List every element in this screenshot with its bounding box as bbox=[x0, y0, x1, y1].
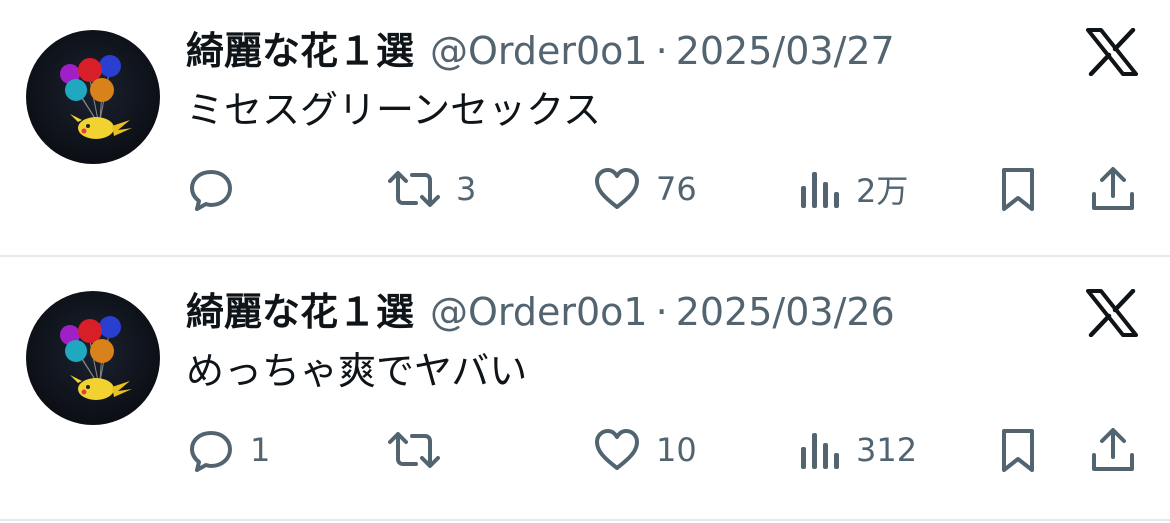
like-button[interactable]: 10 bbox=[592, 423, 697, 477]
bar-chart-icon bbox=[798, 164, 842, 214]
user-handle[interactable]: @Order0o1 bbox=[430, 287, 648, 337]
separator-dot: · bbox=[655, 290, 668, 334]
pikachu-balloons-icon bbox=[60, 55, 132, 139]
retweet-arrows-icon bbox=[386, 425, 442, 475]
bar-chart-icon bbox=[798, 425, 842, 475]
post-header: 綺麗な花１選 @Order0o1 · 2025/03/27 bbox=[186, 26, 895, 76]
pikachu-balloons-icon bbox=[60, 316, 132, 400]
action-bar: 1 10 312 bbox=[0, 423, 1170, 477]
avatar[interactable] bbox=[26, 291, 160, 425]
post[interactable]: 綺麗な花１選 @Order0o1 · 2025/03/26 めっちゃ爽でヤバい … bbox=[0, 259, 1170, 521]
views-count: 312 bbox=[856, 431, 918, 469]
retweet-count: 3 bbox=[456, 170, 477, 208]
views-button[interactable]: 2万 bbox=[798, 162, 908, 216]
speech-bubble-icon bbox=[186, 425, 236, 475]
heart-icon bbox=[592, 164, 642, 214]
views-count: 2万 bbox=[856, 172, 909, 210]
share-upload-icon bbox=[1088, 164, 1138, 214]
separator-dot: · bbox=[655, 29, 668, 73]
heart-icon bbox=[592, 425, 642, 475]
retweet-button[interactable] bbox=[386, 423, 456, 477]
reply-button[interactable]: 1 bbox=[186, 423, 270, 477]
like-button[interactable]: 76 bbox=[592, 162, 697, 216]
bookmark-button[interactable] bbox=[996, 162, 1040, 216]
post-header: 綺麗な花１選 @Order0o1 · 2025/03/26 bbox=[186, 287, 895, 337]
x-logo-icon bbox=[1086, 288, 1138, 338]
bookmark-icon bbox=[996, 164, 1040, 214]
share-button[interactable] bbox=[1088, 423, 1138, 477]
post-text: めっちゃ爽でヤバい bbox=[186, 349, 528, 393]
retweet-arrows-icon bbox=[386, 164, 442, 214]
bookmark-button[interactable] bbox=[996, 423, 1040, 477]
user-handle[interactable]: @Order0o1 bbox=[430, 26, 648, 76]
avatar[interactable] bbox=[26, 30, 160, 164]
bookmark-icon bbox=[996, 425, 1040, 475]
retweet-button[interactable]: 3 bbox=[386, 162, 476, 216]
reply-button[interactable] bbox=[186, 162, 250, 216]
share-upload-icon bbox=[1088, 425, 1138, 475]
reply-count: 1 bbox=[250, 431, 271, 469]
post-text: ミセスグリーンセックス bbox=[186, 88, 601, 132]
speech-bubble-icon bbox=[186, 164, 236, 214]
x-logo-icon bbox=[1086, 27, 1138, 77]
like-count: 76 bbox=[656, 170, 697, 208]
share-button[interactable] bbox=[1088, 162, 1138, 216]
post-date[interactable]: 2025/03/27 bbox=[676, 26, 895, 76]
post-date[interactable]: 2025/03/26 bbox=[676, 287, 895, 337]
action-bar: 3 76 2万 bbox=[0, 162, 1170, 216]
display-name[interactable]: 綺麗な花１選 bbox=[186, 287, 414, 337]
display-name[interactable]: 綺麗な花１選 bbox=[186, 26, 414, 76]
views-button[interactable]: 312 bbox=[798, 423, 917, 477]
post-feed: 綺麗な花１選 @Order0o1 · 2025/03/27 ミセスグリーンセック… bbox=[0, 0, 1170, 523]
post[interactable]: 綺麗な花１選 @Order0o1 · 2025/03/27 ミセスグリーンセック… bbox=[0, 0, 1170, 257]
like-count: 10 bbox=[656, 431, 697, 469]
